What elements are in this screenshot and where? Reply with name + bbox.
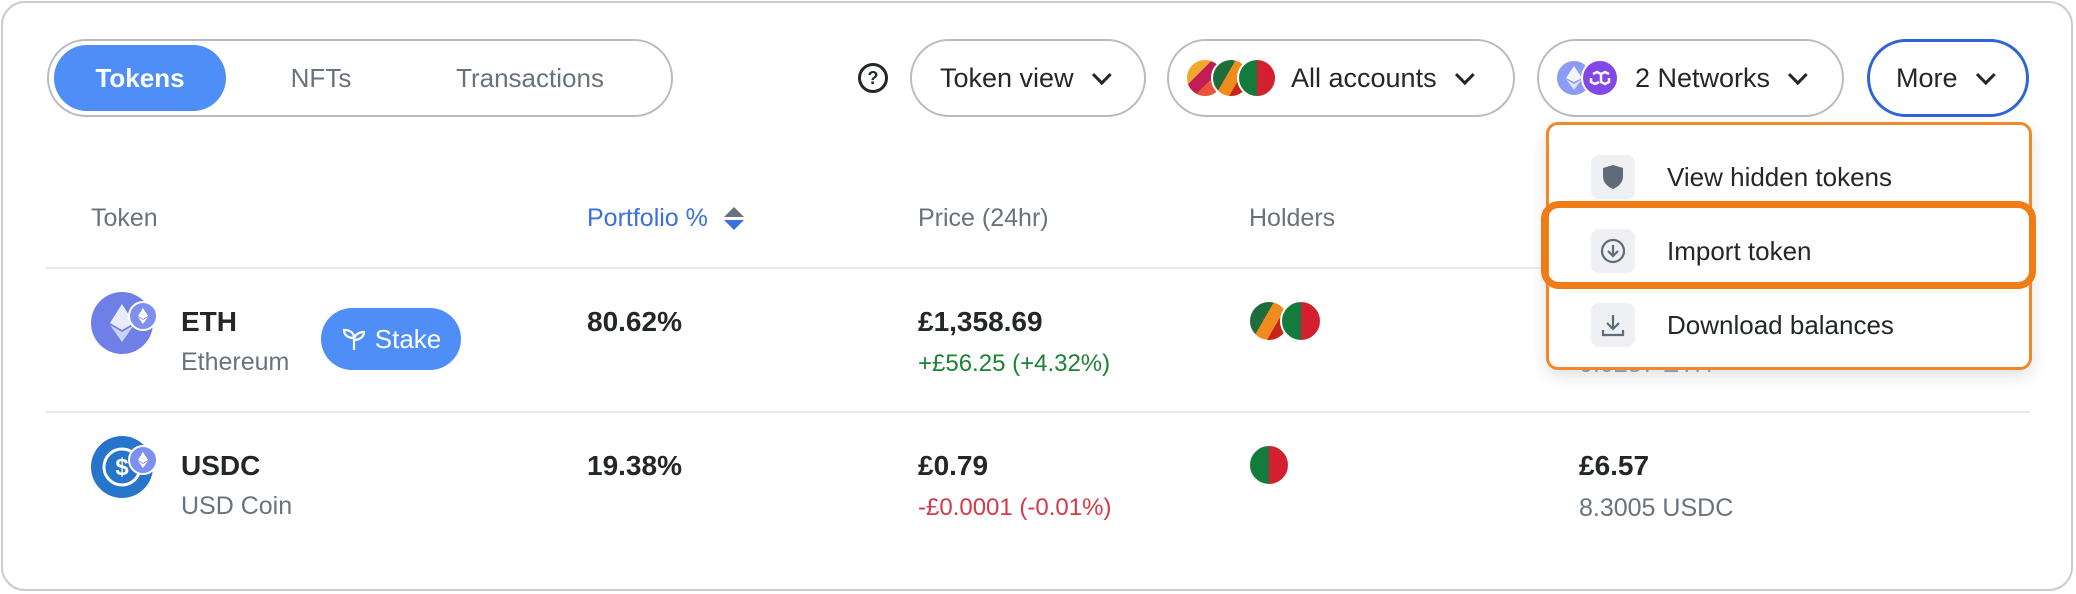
account-avatars	[1185, 58, 1277, 98]
more-label: More	[1896, 62, 1958, 93]
balance-value: £6.57	[1579, 450, 1650, 481]
price-change: -£0.0001 (-0.01%)	[918, 494, 1112, 521]
portfolio-percent: 19.38%	[587, 450, 682, 481]
header-portfolio[interactable]: Portfolio %	[587, 204, 744, 233]
tab-tokens[interactable]: Tokens	[54, 45, 226, 111]
header-token: Token	[91, 204, 158, 232]
header-holders: Holders	[1249, 204, 1336, 232]
balance-amount: 8.3005 USDC	[1579, 494, 1734, 522]
shield-icon	[1591, 155, 1635, 199]
more-button[interactable]: More	[1867, 39, 2029, 117]
portfolio-percent: 80.62%	[587, 306, 682, 337]
network-icons	[1555, 59, 1619, 97]
chevron-down-icon	[1091, 65, 1112, 86]
networks-dropdown[interactable]: 2 Networks	[1537, 39, 1844, 117]
avatar	[1237, 58, 1277, 98]
token-name: USD Coin	[181, 492, 293, 520]
chevron-down-icon	[1975, 65, 1996, 86]
tab-nfts[interactable]: NFTs	[226, 45, 416, 111]
menu-item-label: Import token	[1667, 235, 1812, 266]
menu-item-label: Download balances	[1667, 309, 1894, 340]
token-view-label: Token view	[940, 62, 1074, 93]
tab-transactions[interactable]: Transactions	[416, 45, 644, 111]
accounts-label: All accounts	[1291, 62, 1437, 93]
import-icon	[1591, 229, 1635, 273]
token-symbol: ETH	[181, 306, 237, 337]
token-symbol: USDC	[181, 450, 261, 481]
stake-button[interactable]: Stake	[321, 308, 461, 370]
help-icon[interactable]: ?	[858, 63, 888, 93]
sprout-icon	[342, 328, 365, 350]
stake-label: Stake	[374, 323, 442, 354]
menu-item-import-token[interactable]: Import token	[1549, 213, 2029, 289]
price-change: +£56.25 (+4.32%)	[918, 350, 1111, 377]
token-price: £1,358.69	[918, 306, 1043, 337]
header-portfolio-label: Portfolio %	[587, 204, 708, 232]
sort-icon	[723, 207, 744, 230]
network-badge-icon	[128, 445, 158, 475]
menu-item-view-hidden-tokens[interactable]: View hidden tokens	[1549, 139, 2029, 215]
chevron-down-icon	[1787, 65, 1808, 86]
network-badge-icon	[128, 301, 158, 331]
download-icon	[1591, 303, 1635, 347]
more-menu: View hidden tokens Import token Download…	[1546, 122, 2032, 370]
polygon-icon	[1581, 59, 1619, 97]
header-price: Price (24hr)	[918, 204, 1049, 232]
avatar	[1248, 444, 1290, 486]
token-price: £0.79	[918, 450, 989, 481]
avatar	[1280, 300, 1322, 342]
token-name: Ethereum	[181, 348, 290, 376]
menu-item-label: View hidden tokens	[1667, 161, 1893, 192]
tab-bar: Tokens NFTs Transactions	[47, 39, 673, 117]
token-view-dropdown[interactable]: Token view	[910, 39, 1146, 117]
chevron-down-icon	[1454, 65, 1475, 86]
networks-label: 2 Networks	[1635, 62, 1771, 93]
accounts-dropdown[interactable]: All accounts	[1167, 39, 1515, 117]
divider	[46, 411, 2030, 413]
menu-item-download-balances[interactable]: Download balances	[1549, 287, 2029, 363]
